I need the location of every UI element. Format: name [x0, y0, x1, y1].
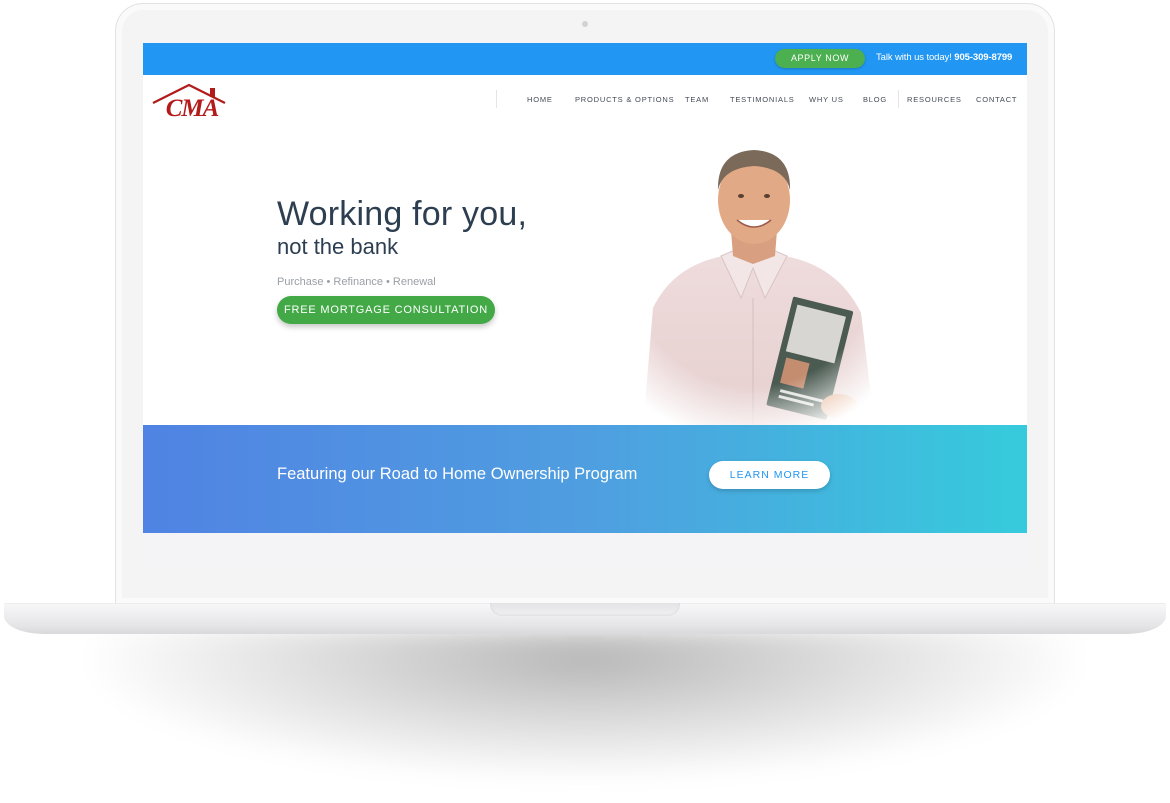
apply-now-button[interactable]: APPLY NOW: [775, 49, 865, 68]
logo-text: CMA: [166, 95, 219, 119]
hero-services: Purchase • Refinance • Renewal: [277, 276, 436, 288]
laptop-mockup: APPLY NOW Talk with us today! 905-309-87…: [0, 0, 1170, 803]
camera-dot: [582, 21, 588, 27]
hero-headline: Working for you,: [277, 195, 528, 233]
contact-prompt: Talk with us today! 905-309-8799: [876, 52, 1012, 63]
website-screen: APPLY NOW Talk with us today! 905-309-87…: [143, 43, 1027, 569]
footer-strip: [143, 533, 1027, 569]
top-bar: APPLY NOW Talk with us today! 905-309-87…: [143, 43, 1027, 75]
broker-photo: [613, 138, 893, 428]
nav-products-options[interactable]: PRODUCTS & OPTIONS: [575, 95, 674, 104]
cma-logo[interactable]: CMA: [147, 81, 237, 119]
phone-number[interactable]: 905-309-8799: [954, 52, 1012, 63]
laptop-notch: [490, 603, 680, 616]
nav-contact[interactable]: CONTACT: [976, 95, 1017, 104]
laptop-shadow: [90, 630, 1080, 780]
nav-resources[interactable]: RESOURCES: [907, 95, 962, 104]
nav-divider: [496, 90, 497, 108]
nav-divider: [898, 90, 899, 108]
banner-text: Featuring our Road to Home Ownership Pro…: [277, 465, 638, 483]
free-consultation-button[interactable]: FREE MORTGAGE CONSULTATION: [277, 296, 495, 324]
learn-more-button[interactable]: LEARN MORE: [709, 461, 830, 489]
talk-text: Talk with us today!: [876, 52, 952, 63]
hero-subheadline: not the bank: [277, 234, 399, 259]
nav-why-us[interactable]: WHY US: [809, 95, 844, 104]
program-banner: Featuring our Road to Home Ownership Pro…: [143, 425, 1027, 533]
nav-testimonials[interactable]: TESTIMONIALS: [730, 95, 795, 104]
nav-blog[interactable]: BLOG: [863, 95, 887, 104]
nav-home[interactable]: HOME: [527, 95, 553, 104]
nav-team[interactable]: TEAM: [685, 95, 709, 104]
